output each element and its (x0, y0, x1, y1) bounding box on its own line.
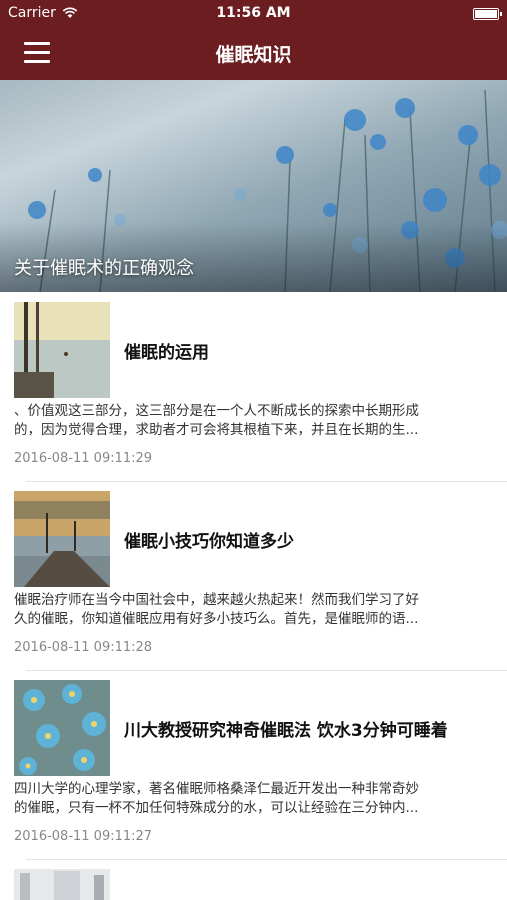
article-item[interactable] (0, 859, 507, 900)
clock: 11:56 AM (216, 5, 291, 21)
article-title: 催眠小技巧你知道多少 (124, 532, 294, 552)
article-date: 2016-08-11 09:11:28 (14, 640, 153, 655)
article-thumbnail (14, 869, 110, 900)
article-thumbnail (14, 680, 110, 776)
article-title: 催眠的运用 (124, 343, 209, 363)
article-item[interactable]: 催眠的运用 、价值观这三部分，这三部分是在一个人不断成长的探索中长期形成 的，因… (0, 292, 507, 482)
article-summary: 、价值观这三部分，这三部分是在一个人不断成长的探索中长期形成 的，因为觉得合理，… (14, 403, 419, 438)
article-thumbnail (14, 491, 110, 587)
article-thumbnail (14, 302, 110, 398)
article-item[interactable]: 催眠小技巧你知道多少 催眠治疗师在当今中国社会中，越来越火热起来！然而我们学习了… (0, 481, 507, 671)
article-item[interactable]: 川大教授研究神奇催眠法 饮水3分钟可睡着 四川大学的心理学家，著名催眠师格桑泽仁… (0, 670, 507, 860)
banner-caption: 关于催眠术的正确观念 (14, 258, 194, 279)
featured-banner[interactable]: 关于催眠术的正确观念 (0, 80, 507, 292)
article-date: 2016-08-11 09:11:29 (14, 451, 153, 466)
page-title: 催眠知识 (215, 44, 292, 66)
article-summary: 四川大学的心理学家，著名催眠师格桑泽仁最近开发出一种非常奇妙 的催眠，只有一杯不… (14, 781, 419, 816)
battery-icon (473, 8, 502, 20)
status-bar: Carrier 11:56 AM (0, 0, 507, 26)
article-date: 2016-08-11 09:11:27 (14, 829, 153, 844)
article-title: 川大教授研究神奇催眠法 饮水3分钟可睡着 (124, 721, 448, 741)
article-summary: 催眠治疗师在当今中国社会中，越来越火热起来！然而我们学习了好 久的催眠，你知道催… (14, 592, 419, 627)
nav-bar: 催眠知识 (0, 26, 507, 80)
